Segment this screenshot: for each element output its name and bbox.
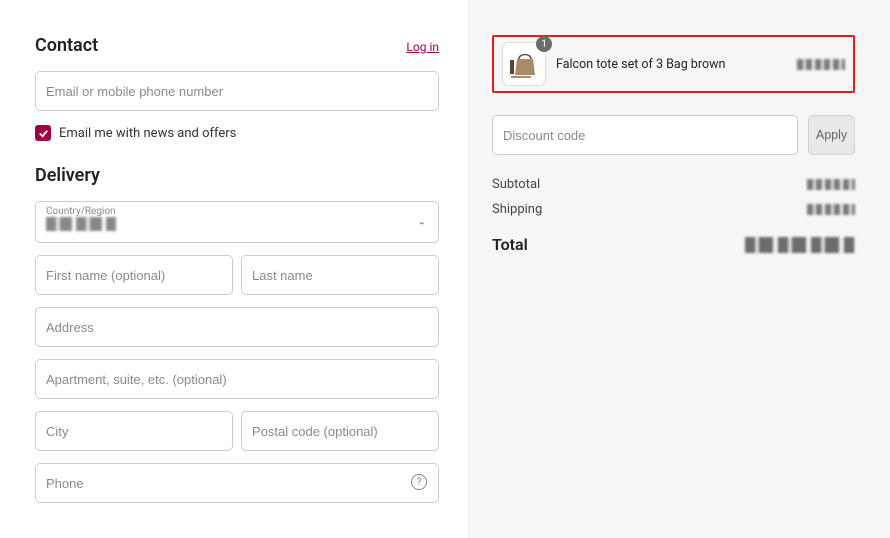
total-value-redacted [745, 237, 855, 253]
country-select[interactable]: Country/Region ⌄ [35, 201, 439, 243]
login-link[interactable]: Log in [406, 40, 439, 54]
chevron-down-icon: ⌄ [418, 217, 426, 228]
tote-bag-icon [507, 47, 541, 81]
news-offers-checkbox[interactable] [35, 125, 51, 141]
cart-item-highlighted: 1 Falcon tote set of 3 Bag brown [492, 35, 855, 93]
question-circle-icon[interactable]: ? [411, 474, 427, 490]
postal-code-field[interactable] [241, 411, 439, 451]
city-field[interactable] [35, 411, 233, 451]
shipping-label: Shipping [492, 202, 542, 217]
apartment-field[interactable] [35, 359, 439, 399]
subtotal-label: Subtotal [492, 177, 540, 192]
first-name-field[interactable] [35, 255, 233, 295]
apply-button[interactable]: Apply [808, 115, 855, 155]
subtotal-value-redacted [807, 179, 855, 190]
phone-field[interactable] [35, 463, 439, 503]
checkmark-icon [38, 128, 49, 139]
news-offers-label: Email me with news and offers [59, 126, 236, 141]
total-label: Total [492, 235, 528, 254]
cart-item-thumbnail: 1 [502, 42, 546, 86]
cart-item-name: Falcon tote set of 3 Bag brown [556, 57, 725, 72]
contact-heading: Contact [35, 35, 98, 56]
discount-code-field[interactable] [492, 115, 798, 155]
email-field[interactable] [35, 71, 439, 111]
cart-item-price-redacted [797, 59, 845, 70]
delivery-heading: Delivery [35, 165, 439, 186]
country-label: Country/Region [46, 206, 428, 217]
contact-header: Contact Log in [35, 35, 439, 56]
last-name-field[interactable] [241, 255, 439, 295]
quantity-badge: 1 [536, 36, 552, 52]
shipping-value-redacted [807, 204, 855, 215]
country-value-redacted [46, 217, 116, 231]
address-field[interactable] [35, 307, 439, 347]
